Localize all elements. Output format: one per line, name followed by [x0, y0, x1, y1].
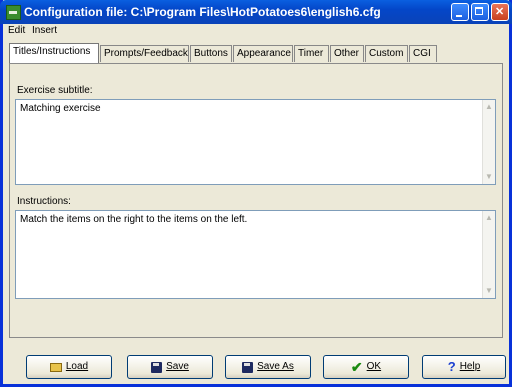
save-as-label: Save As [257, 361, 294, 372]
folder-icon [49, 362, 62, 372]
floppy-disk-icon [242, 361, 254, 373]
window-title: Configuration file: C:\Program Files\Hot… [24, 5, 381, 19]
load-button[interactable]: Load [26, 355, 112, 379]
subtitle-scrollbar[interactable]: ▲ ▼ [482, 100, 495, 184]
minimize-button[interactable] [451, 3, 469, 21]
tab-appearance[interactable]: Appearance [233, 45, 293, 62]
menu-bar: Edit Insert [3, 24, 509, 38]
instructions-value: Match the items on the right to the item… [20, 214, 248, 225]
scroll-up-icon[interactable]: ▲ [484, 102, 494, 112]
tab-cgi[interactable]: CGI [409, 45, 437, 62]
scroll-down-icon[interactable]: ▼ [484, 172, 494, 182]
tab-custom[interactable]: Custom [365, 45, 408, 62]
scroll-up-icon[interactable]: ▲ [484, 213, 494, 223]
checkmark-icon: ✔ [350, 359, 363, 375]
tab-titles-instructions[interactable]: Titles/Instructions [9, 43, 99, 63]
subtitle-label: Exercise subtitle: [17, 85, 93, 96]
floppy-disk-icon [151, 361, 163, 373]
help-button[interactable]: ? Help [422, 355, 506, 379]
question-mark-icon: ? [447, 359, 456, 374]
save-as-button[interactable]: Save As [225, 355, 311, 379]
tab-other[interactable]: Other [330, 45, 364, 62]
title-bar[interactable]: Configuration file: C:\Program Files\Hot… [0, 0, 512, 24]
subtitle-field[interactable]: Matching exercise ▲ ▼ [15, 99, 496, 185]
ok-button[interactable]: ✔ OK [323, 355, 409, 379]
scroll-down-icon[interactable]: ▼ [484, 286, 494, 296]
load-label: Load [65, 361, 89, 372]
save-label: Save [166, 361, 189, 372]
menu-insert[interactable]: Insert [32, 25, 57, 36]
instructions-label: Instructions: [17, 196, 71, 207]
instructions-scrollbar[interactable]: ▲ ▼ [482, 211, 495, 298]
subtitle-value: Matching exercise [20, 103, 101, 114]
tab-prompts-feedback[interactable]: Prompts/Feedback [100, 45, 189, 62]
help-label: Help [459, 361, 481, 372]
save-button[interactable]: Save [127, 355, 213, 379]
ok-label: OK [366, 361, 382, 372]
tab-buttons[interactable]: Buttons [190, 45, 232, 62]
config-window: Configuration file: C:\Program Files\Hot… [0, 0, 512, 387]
tab-panel: Exercise subtitle: Matching exercise ▲ ▼… [9, 63, 503, 338]
instructions-field[interactable]: Match the items on the right to the item… [15, 210, 496, 299]
tab-timer[interactable]: Timer [294, 45, 329, 62]
close-button[interactable] [491, 3, 509, 21]
menu-edit[interactable]: Edit [8, 25, 25, 36]
app-icon [6, 5, 21, 20]
maximize-button[interactable] [471, 3, 489, 21]
